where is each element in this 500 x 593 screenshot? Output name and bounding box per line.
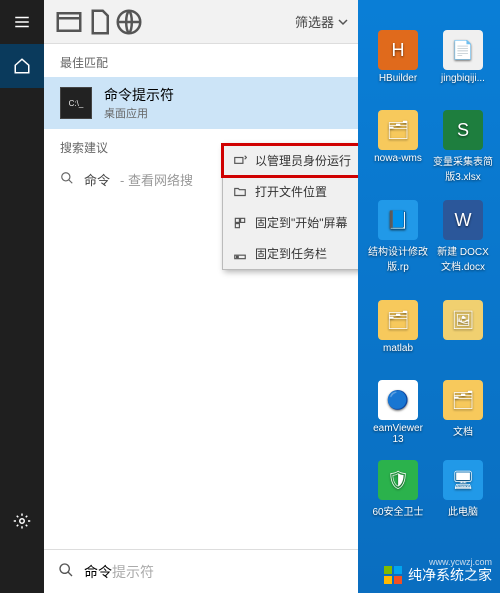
best-match-title: 命令提示符 (104, 85, 174, 105)
desktop-icon[interactable]: 🗂文档 (433, 380, 493, 438)
desktop-icon[interactable]: W新建 DOCX 文档.docx (433, 200, 493, 273)
desktop-icon[interactable]: 🖥此电脑 (433, 460, 493, 518)
desktop-icon[interactable]: S变量采集表简版3.xlsx (433, 110, 493, 183)
folder-icon (233, 185, 247, 199)
context-item-label: 固定到任务栏 (255, 245, 327, 262)
search-panel: 筛选器 最佳匹配 C:\_ 命令提示符 桌面应用 搜索建议 命令 - 查看网络搜… (44, 0, 358, 593)
pin-taskbar-icon (233, 247, 247, 261)
search-typed: 命令 (84, 564, 112, 580)
pin-tile-icon (233, 216, 247, 230)
taskbar (0, 0, 44, 593)
desktop: HHBuilder📄jingbiqiji...🗂nowa-wmsS变量采集表简版… (358, 0, 500, 593)
context-pin-start[interactable]: 固定到"开始"屏幕 (223, 207, 358, 238)
watermark-logo-icon (384, 566, 402, 584)
best-match-label: 最佳匹配 (44, 44, 358, 77)
context-item-label: 以管理员身份运行 (255, 152, 351, 169)
context-open-location[interactable]: 打开文件位置 (223, 176, 358, 207)
search-header: 筛选器 (44, 0, 358, 44)
desktop-icon[interactable]: 🖼 (433, 300, 493, 343)
suggest-rest: - 查看网络搜 (120, 170, 193, 189)
chevron-down-icon (338, 17, 348, 27)
settings-icon[interactable] (0, 499, 44, 543)
desktop-icon[interactable]: 🛡60安全卫士 (368, 460, 428, 518)
desktop-icon[interactable]: 🗂nowa-wms (368, 110, 428, 164)
desktop-icon[interactable]: 🗂matlab (368, 300, 428, 354)
context-item-label: 固定到"开始"屏幕 (255, 214, 348, 231)
suggest-prefix: 命令 (84, 170, 110, 189)
filter-button[interactable]: 筛选器 (295, 12, 348, 31)
admin-icon (233, 154, 247, 168)
home-icon[interactable] (0, 44, 44, 88)
watermark-text: 纯净系统之家 (408, 565, 492, 585)
best-match-subtitle: 桌面应用 (104, 105, 174, 121)
search-icon (58, 562, 74, 581)
search-bar[interactable]: 命令提示符 (44, 549, 358, 593)
context-item-label: 打开文件位置 (255, 183, 327, 200)
search-icon (60, 171, 74, 188)
cmd-icon: C:\_ (60, 87, 92, 119)
document-icon[interactable] (84, 7, 114, 37)
best-match-item[interactable]: C:\_ 命令提示符 桌面应用 (44, 77, 358, 129)
context-pin-taskbar[interactable]: 固定到任务栏 (223, 238, 358, 269)
filter-label: 筛选器 (295, 12, 334, 31)
desktop-icon[interactable]: 📘结构设计修改版.rp (368, 200, 428, 273)
menu-icon[interactable] (0, 0, 44, 44)
search-results: 最佳匹配 C:\_ 命令提示符 桌面应用 搜索建议 命令 - 查看网络搜 以管理… (44, 44, 358, 549)
desktop-icon[interactable]: 📄jingbiqiji... (433, 30, 493, 84)
window-icon[interactable] (54, 7, 84, 37)
desktop-icon[interactable]: 🔵eamViewer 13 (368, 380, 428, 445)
watermark: 纯净系统之家 (384, 565, 492, 585)
search-hint: 提示符 (112, 564, 154, 580)
context-run-as-admin[interactable]: 以管理员身份运行 (223, 145, 358, 176)
context-menu: 以管理员身份运行 打开文件位置 固定到"开始"屏幕 固定到任务栏 (222, 144, 358, 270)
globe-icon[interactable] (114, 7, 144, 37)
desktop-icon[interactable]: HHBuilder (368, 30, 428, 84)
